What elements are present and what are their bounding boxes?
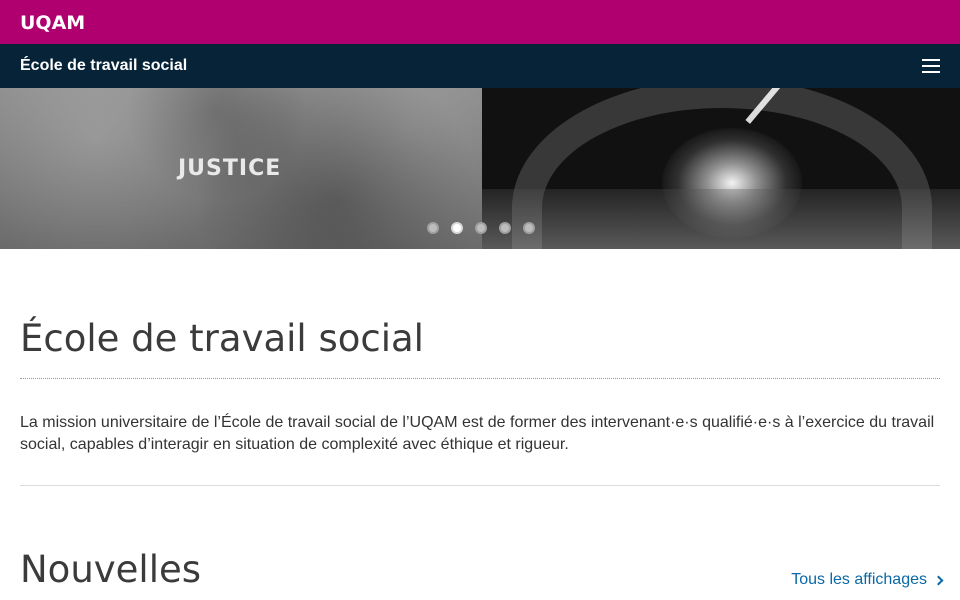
chevron-right-icon — [933, 575, 944, 585]
all-news-link[interactable]: Tous les affichages — [791, 571, 944, 589]
carousel-dot-5[interactable] — [523, 222, 535, 234]
carousel-dot-3[interactable] — [475, 222, 487, 234]
uqam-topbar: UQAM — [0, 0, 960, 44]
hero-slide-text: JUSTICE — [178, 156, 282, 181]
hero-slide-texture: JUSTICE — [0, 88, 482, 249]
page-title: École de travail social — [20, 317, 424, 360]
section-divider — [20, 485, 940, 486]
hamburger-menu-icon[interactable] — [922, 59, 940, 73]
mission-text: La mission universitaire de l’École de t… — [20, 414, 935, 453]
carousel-dot-4[interactable] — [499, 222, 511, 234]
hero-tunnel-image — [482, 88, 960, 249]
logo-text: UQAM — [20, 12, 86, 34]
news-header: Nouvelles Tous les affichages — [20, 548, 944, 591]
site-header: UQAM École de travail social — [0, 0, 960, 88]
hero-carousel[interactable]: JUSTICE — [0, 88, 960, 249]
all-news-label: Tous les affichages — [791, 571, 927, 588]
main-content: École de travail social La mission unive… — [0, 317, 960, 591]
carousel-dot-2[interactable] — [451, 222, 463, 234]
carousel-dots — [427, 222, 535, 234]
unit-bar: École de travail social — [0, 44, 960, 88]
uqam-logo[interactable]: UQAM — [20, 12, 85, 34]
carousel-dot-1[interactable] — [427, 222, 439, 234]
title-divider — [20, 378, 940, 379]
unit-name-link[interactable]: École de travail social — [20, 57, 187, 75]
news-title: Nouvelles — [20, 548, 202, 591]
